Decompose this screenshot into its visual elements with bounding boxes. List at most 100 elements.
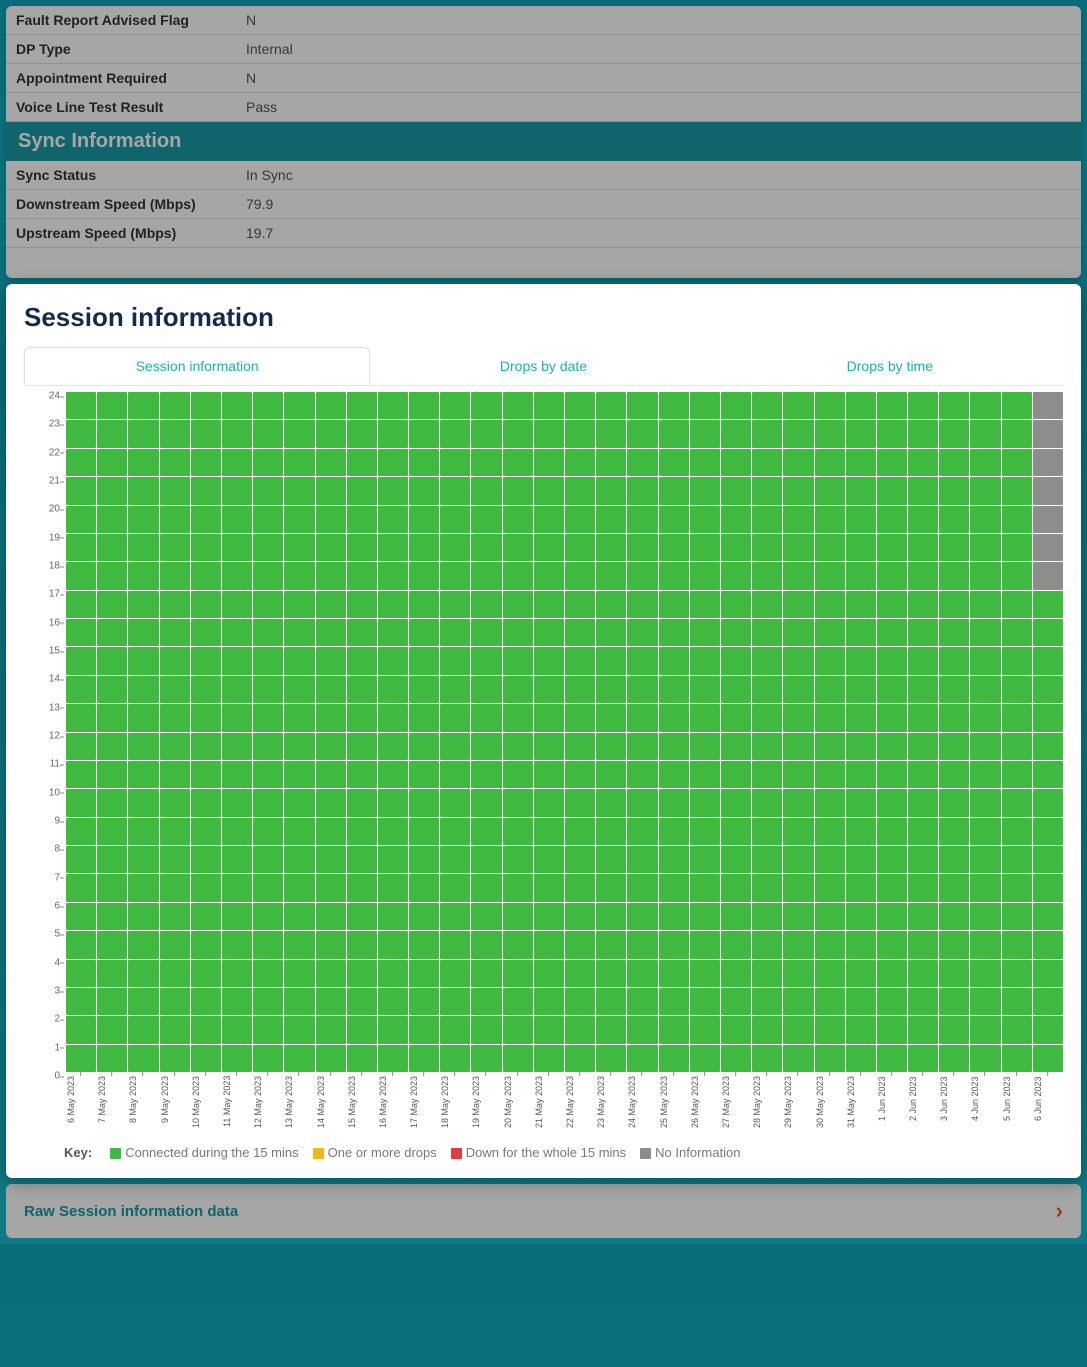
heatmap-cell (66, 818, 96, 845)
heatmap-cell (440, 1016, 470, 1043)
heatmap-cell (378, 988, 408, 1015)
heatmap-cell (596, 591, 626, 618)
heatmap-cell (970, 647, 1000, 674)
heatmap-cell (1002, 477, 1032, 504)
heatmap-cell (378, 562, 408, 589)
heatmap-cell (316, 506, 346, 533)
legend-noinfo: No Information (640, 1145, 740, 1160)
heatmap-cell (503, 818, 533, 845)
heatmap-cell (471, 534, 501, 561)
heatmap-cell (503, 960, 533, 987)
heatmap-cell (191, 562, 221, 589)
y-tick: 0 (54, 1071, 60, 1082)
heatmap-cell (440, 449, 470, 476)
heatmap-cell (908, 477, 938, 504)
heatmap-cell (908, 846, 938, 873)
session-info-panel: Session information Session information … (6, 284, 1081, 1178)
heatmap-cell (503, 477, 533, 504)
heatmap-cell (316, 477, 346, 504)
heatmap-cell (222, 789, 252, 816)
heatmap-cell (877, 733, 907, 760)
heatmap-cell (721, 392, 751, 419)
heatmap-cell (815, 960, 845, 987)
heatmap-cell (66, 534, 96, 561)
heatmap-cell (908, 1045, 938, 1072)
tab-drops-by-time[interactable]: Drops by time (717, 347, 1063, 385)
day-column (939, 392, 969, 1072)
heatmap-cell (908, 818, 938, 845)
y-tick: 7 (54, 872, 60, 883)
heatmap-cell (815, 988, 845, 1015)
heatmap-cell (66, 733, 96, 760)
heatmap-cell (783, 619, 813, 646)
heatmap-cell (846, 477, 876, 504)
x-tick: 22 May 2023 (565, 1076, 595, 1131)
x-tick: 10 May 2023 (191, 1076, 221, 1131)
heatmap-cell (378, 676, 408, 703)
heatmap-cell (503, 591, 533, 618)
heatmap-cell (627, 534, 657, 561)
heatmap-cell (440, 789, 470, 816)
heatmap-cell (659, 818, 689, 845)
sync-info-table: Sync StatusIn SyncDownstream Speed (Mbps… (6, 161, 1081, 248)
heatmap-cell (721, 647, 751, 674)
heatmap-cell (222, 392, 252, 419)
heatmap-cell (1002, 733, 1032, 760)
heatmap-cell (690, 704, 720, 731)
heatmap-cell (627, 619, 657, 646)
heatmap-cell (846, 619, 876, 646)
heatmap-cell (97, 449, 127, 476)
heatmap-cell (284, 931, 314, 958)
heatmap-cell (503, 1016, 533, 1043)
heatmap-cell (846, 534, 876, 561)
heatmap-cell (815, 931, 845, 958)
heatmap-cell (939, 477, 969, 504)
heatmap-cell (690, 761, 720, 788)
x-tick: 20 May 2023 (503, 1076, 533, 1131)
heatmap-cell (440, 1045, 470, 1072)
heatmap-cell (160, 619, 190, 646)
heatmap-cell (222, 506, 252, 533)
heatmap-cell (783, 506, 813, 533)
heatmap-cell (503, 562, 533, 589)
heatmap-cell (815, 591, 845, 618)
heatmap-cell (378, 704, 408, 731)
heatmap-cell (908, 960, 938, 987)
heatmap-cell (877, 704, 907, 731)
heatmap-cell (97, 874, 127, 901)
heatmap-cell (378, 931, 408, 958)
day-column (627, 392, 657, 1072)
heatmap-cell (191, 676, 221, 703)
heatmap-cell (66, 789, 96, 816)
heatmap-cell (284, 789, 314, 816)
y-tick: 13 (49, 702, 60, 713)
tab-drops-by-date[interactable]: Drops by date (370, 347, 716, 385)
heatmap-cell (659, 733, 689, 760)
heatmap-cell (347, 449, 377, 476)
heatmap-cell (97, 704, 127, 731)
heatmap-cell (97, 392, 127, 419)
heatmap-cell (534, 506, 564, 533)
heatmap-cell (97, 562, 127, 589)
x-tick: 15 May 2023 (347, 1076, 377, 1131)
heatmap-cell (128, 960, 158, 987)
heatmap-cell (284, 591, 314, 618)
heatmap-cell (877, 449, 907, 476)
heatmap-cell (627, 704, 657, 731)
heatmap-cell (378, 789, 408, 816)
heatmap-cell (409, 591, 439, 618)
heatmap-cell (409, 562, 439, 589)
heatmap-cell (97, 1045, 127, 1072)
heatmap-cell (534, 477, 564, 504)
heatmap-cell (659, 960, 689, 987)
day-column (409, 392, 439, 1072)
heatmap-cell (128, 1045, 158, 1072)
heatmap-cell (440, 619, 470, 646)
heatmap-cell (440, 562, 470, 589)
day-column (534, 392, 564, 1072)
heatmap-cell (690, 591, 720, 618)
tab-session-information[interactable]: Session information (24, 347, 370, 385)
raw-session-data-toggle[interactable]: Raw Session information data › (6, 1184, 1081, 1238)
heatmap-cell (877, 846, 907, 873)
x-tick: 26 May 2023 (690, 1076, 720, 1131)
